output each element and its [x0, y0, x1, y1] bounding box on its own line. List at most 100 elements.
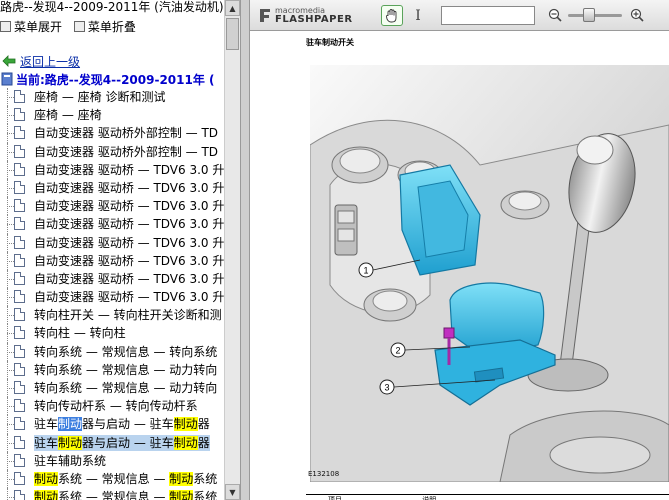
tree-item-label[interactable]: 制动系统 — 常规信息 — 制动系统	[34, 471, 217, 487]
scroll-thumb[interactable]	[226, 18, 239, 50]
tree-item-label[interactable]: 转向柱开关 — 转向柱开关诊断和测	[34, 307, 222, 323]
tree-connector	[7, 187, 14, 189]
tree-item[interactable]: 制动系统 — 常规信息 — 制动系统	[0, 488, 224, 500]
tree-item[interactable]: 自动变速器 驱动桥 — TDV6 3.0 升	[0, 288, 224, 307]
label-text: 转向系统 — 常规信息 — 动力转向	[34, 362, 218, 377]
tree-connector	[7, 369, 14, 371]
document-icon	[14, 217, 25, 231]
tree-item[interactable]: 转向传动杆系 — 转向传动杆系	[0, 397, 224, 416]
tree-connector	[7, 315, 14, 317]
tree-item-label[interactable]: 驻车辅助系统	[34, 453, 106, 469]
menu-expand-button[interactable]: 菜单展开	[0, 18, 62, 35]
tree-item[interactable]: 自动变速器 驱动桥 — TDV6 3.0 升	[0, 269, 224, 289]
back-row: 返回上一级	[2, 53, 80, 69]
tree-item[interactable]: 自动变速器 驱动桥 — TDV6 3.0 升	[0, 178, 224, 198]
tree-connector	[7, 242, 14, 244]
tree-connector	[7, 424, 14, 426]
search-highlight: 制动	[173, 435, 198, 450]
table-header: 项目 说明	[328, 495, 514, 500]
tree-item-label[interactable]: 自动变速器 驱动桥 — TDV6 3.0 升	[34, 180, 224, 196]
document-icon	[14, 290, 25, 304]
document-icon	[14, 344, 25, 358]
text-select-tool[interactable]: I	[411, 5, 425, 26]
tree-item-label[interactable]: 自动变速器 驱动桥 — TDV6 3.0 升	[34, 253, 224, 269]
callout-1: 1	[363, 266, 368, 276]
search-highlight: 制动	[169, 490, 194, 500]
tree-item[interactable]: 座椅 — 座椅 诊断和测试	[0, 88, 224, 107]
tree-item-label[interactable]: 转向系统 — 常规信息 — 转向系统	[34, 344, 217, 360]
tree-item-label[interactable]: 自动变速器 驱动桥外部控制 — TD	[34, 125, 218, 141]
document-icon	[14, 144, 25, 158]
tree-item[interactable]: 自动变速器 驱动桥 — TDV6 3.0 升	[0, 233, 224, 252]
tree-item-label[interactable]: 驻车制动器与启动 — 驻车制动器	[34, 416, 210, 432]
tree-item[interactable]: 制动系统 — 常规信息 — 制动系统	[0, 469, 224, 489]
window-title: 路虎--发现4--2009-2011年 (汽油发动机)	[0, 0, 224, 14]
tree-item-label[interactable]: 座椅 — 座椅 诊断和测试	[34, 89, 165, 105]
document-icon	[14, 417, 25, 431]
zoom-slider-thumb[interactable]	[583, 8, 595, 22]
tree-item[interactable]: 自动变速器 驱动桥 — TDV6 3.0 升	[0, 251, 224, 270]
tree-item[interactable]: 驻车制动器与启动 — 驻车制动器	[0, 415, 224, 434]
tree-item-label[interactable]: 自动变速器 驱动桥 — TDV6 3.0 升	[34, 289, 224, 305]
document-icon	[14, 399, 25, 413]
label-text: 座椅 — 座椅 诊断和测试	[34, 90, 166, 104]
zoom-slider-track[interactable]	[568, 14, 622, 17]
pane-splitter[interactable]	[240, 0, 250, 500]
hand-tool-button[interactable]	[381, 5, 403, 26]
tree-item[interactable]: 自动变速器 驱动桥外部控制 — TD	[0, 142, 224, 161]
tree-item[interactable]: 自动变速器 驱动桥 — TDV6 3.0 升	[0, 197, 224, 216]
tree-item[interactable]: 自动变速器 驱动桥 — TDV6 3.0 升	[0, 215, 224, 234]
document-icon	[14, 180, 25, 194]
scroll-up-icon[interactable]: ▲	[225, 0, 240, 16]
tree-item-label[interactable]: 自动变速器 驱动桥 — TDV6 3.0 升	[34, 216, 224, 232]
label-text: 驻车	[34, 417, 59, 432]
label-text: 系统	[193, 471, 218, 486]
tree-item-label[interactable]: 座椅 — 座椅	[34, 107, 102, 123]
back-link[interactable]: 返回上一级	[20, 53, 80, 70]
tree-item-label[interactable]: 自动变速器 驱动桥外部控制 — TD	[34, 144, 218, 160]
menu-collapse-button[interactable]: 菜单折叠	[73, 18, 136, 35]
label-text: 转向传动杆系 — 转向传动杆系	[34, 399, 198, 414]
tree-connector	[7, 115, 14, 117]
label-text: 转向柱 — 转向柱	[34, 326, 126, 341]
tree-item-label[interactable]: 转向系统 — 常规信息 — 动力转向	[34, 380, 217, 396]
document-tree: 座椅 — 座椅 诊断和测试 座椅 — 座椅自动变速器 驱动桥外部控制 — TD 自动…	[0, 88, 224, 500]
tree-item-label[interactable]: 自动变速器 驱动桥 — TDV6 3.0 升	[34, 271, 224, 287]
label-text: 器与启动 — 驻车	[82, 435, 174, 450]
tree-item[interactable]: 转向系统 — 常规信息 — 动力转向	[0, 379, 224, 398]
expand-icon	[0, 21, 11, 32]
label-text: 器	[197, 417, 210, 432]
scroll-down-icon[interactable]: ▼	[225, 484, 240, 500]
search-input[interactable]	[441, 6, 535, 25]
document-icon	[14, 381, 25, 394]
document-icon	[14, 453, 25, 467]
tree-item-label[interactable]: 制动系统 — 常规信息 — 制动系统	[34, 489, 217, 500]
viewer-toolbar: macromedia FLASHPAPER I	[250, 0, 669, 31]
hand-icon	[386, 9, 397, 23]
tree-item[interactable]: 驻车辅助系统	[0, 451, 224, 470]
tree-item-label[interactable]: 自动变速器 驱动桥 — TDV6 3.0 升	[34, 235, 224, 251]
tree-item-label[interactable]: 转向系统 — 常规信息 — 动力转向	[34, 362, 217, 378]
tree-item[interactable]: 自动变速器 驱动桥 — TDV6 3.0 升	[0, 160, 224, 179]
document-icon	[14, 253, 25, 267]
figure-code: E132108	[308, 470, 340, 478]
document-page: 驻车制动开关 1 2 3 E132108 项目 说明	[250, 32, 669, 500]
zoom-out-button[interactable]	[546, 6, 564, 24]
tree-item[interactable]: 自动变速器 驱动桥外部控制 — TD	[0, 124, 224, 143]
document-icon	[14, 199, 25, 213]
left-scrollbar[interactable]: ▲ ▼	[224, 0, 240, 500]
flashpaper-logo-icon	[260, 9, 270, 22]
zoom-in-button[interactable]	[628, 6, 646, 24]
tree-item[interactable]: 转向系统 — 常规信息 — 转向系统	[0, 342, 224, 361]
tree-item[interactable]: 转向系统 — 常规信息 — 动力转向	[0, 360, 224, 379]
tree-item-label[interactable]: 转向传动杆系 — 转向传动杆系	[34, 398, 198, 414]
tree-item-label[interactable]: 驻车制动器与启动 — 驻车制动器	[34, 434, 210, 451]
tree-item-label[interactable]: 自动变速器 驱动桥 — TDV6 3.0 升	[34, 198, 224, 214]
tree-item[interactable]: 座椅 — 座椅	[0, 106, 224, 125]
tree-connector	[7, 224, 14, 226]
tree-item[interactable]: 驻车制动器与启动 — 驻车制动器	[0, 433, 224, 452]
tree-item-label[interactable]: 转向柱 — 转向柱	[34, 325, 126, 341]
tree-item-label[interactable]: 自动变速器 驱动桥 — TDV6 3.0 升	[34, 162, 224, 178]
tree-item[interactable]: 转向柱 — 转向柱	[0, 324, 224, 343]
tree-item[interactable]: 转向柱开关 — 转向柱开关诊断和测	[0, 306, 224, 325]
